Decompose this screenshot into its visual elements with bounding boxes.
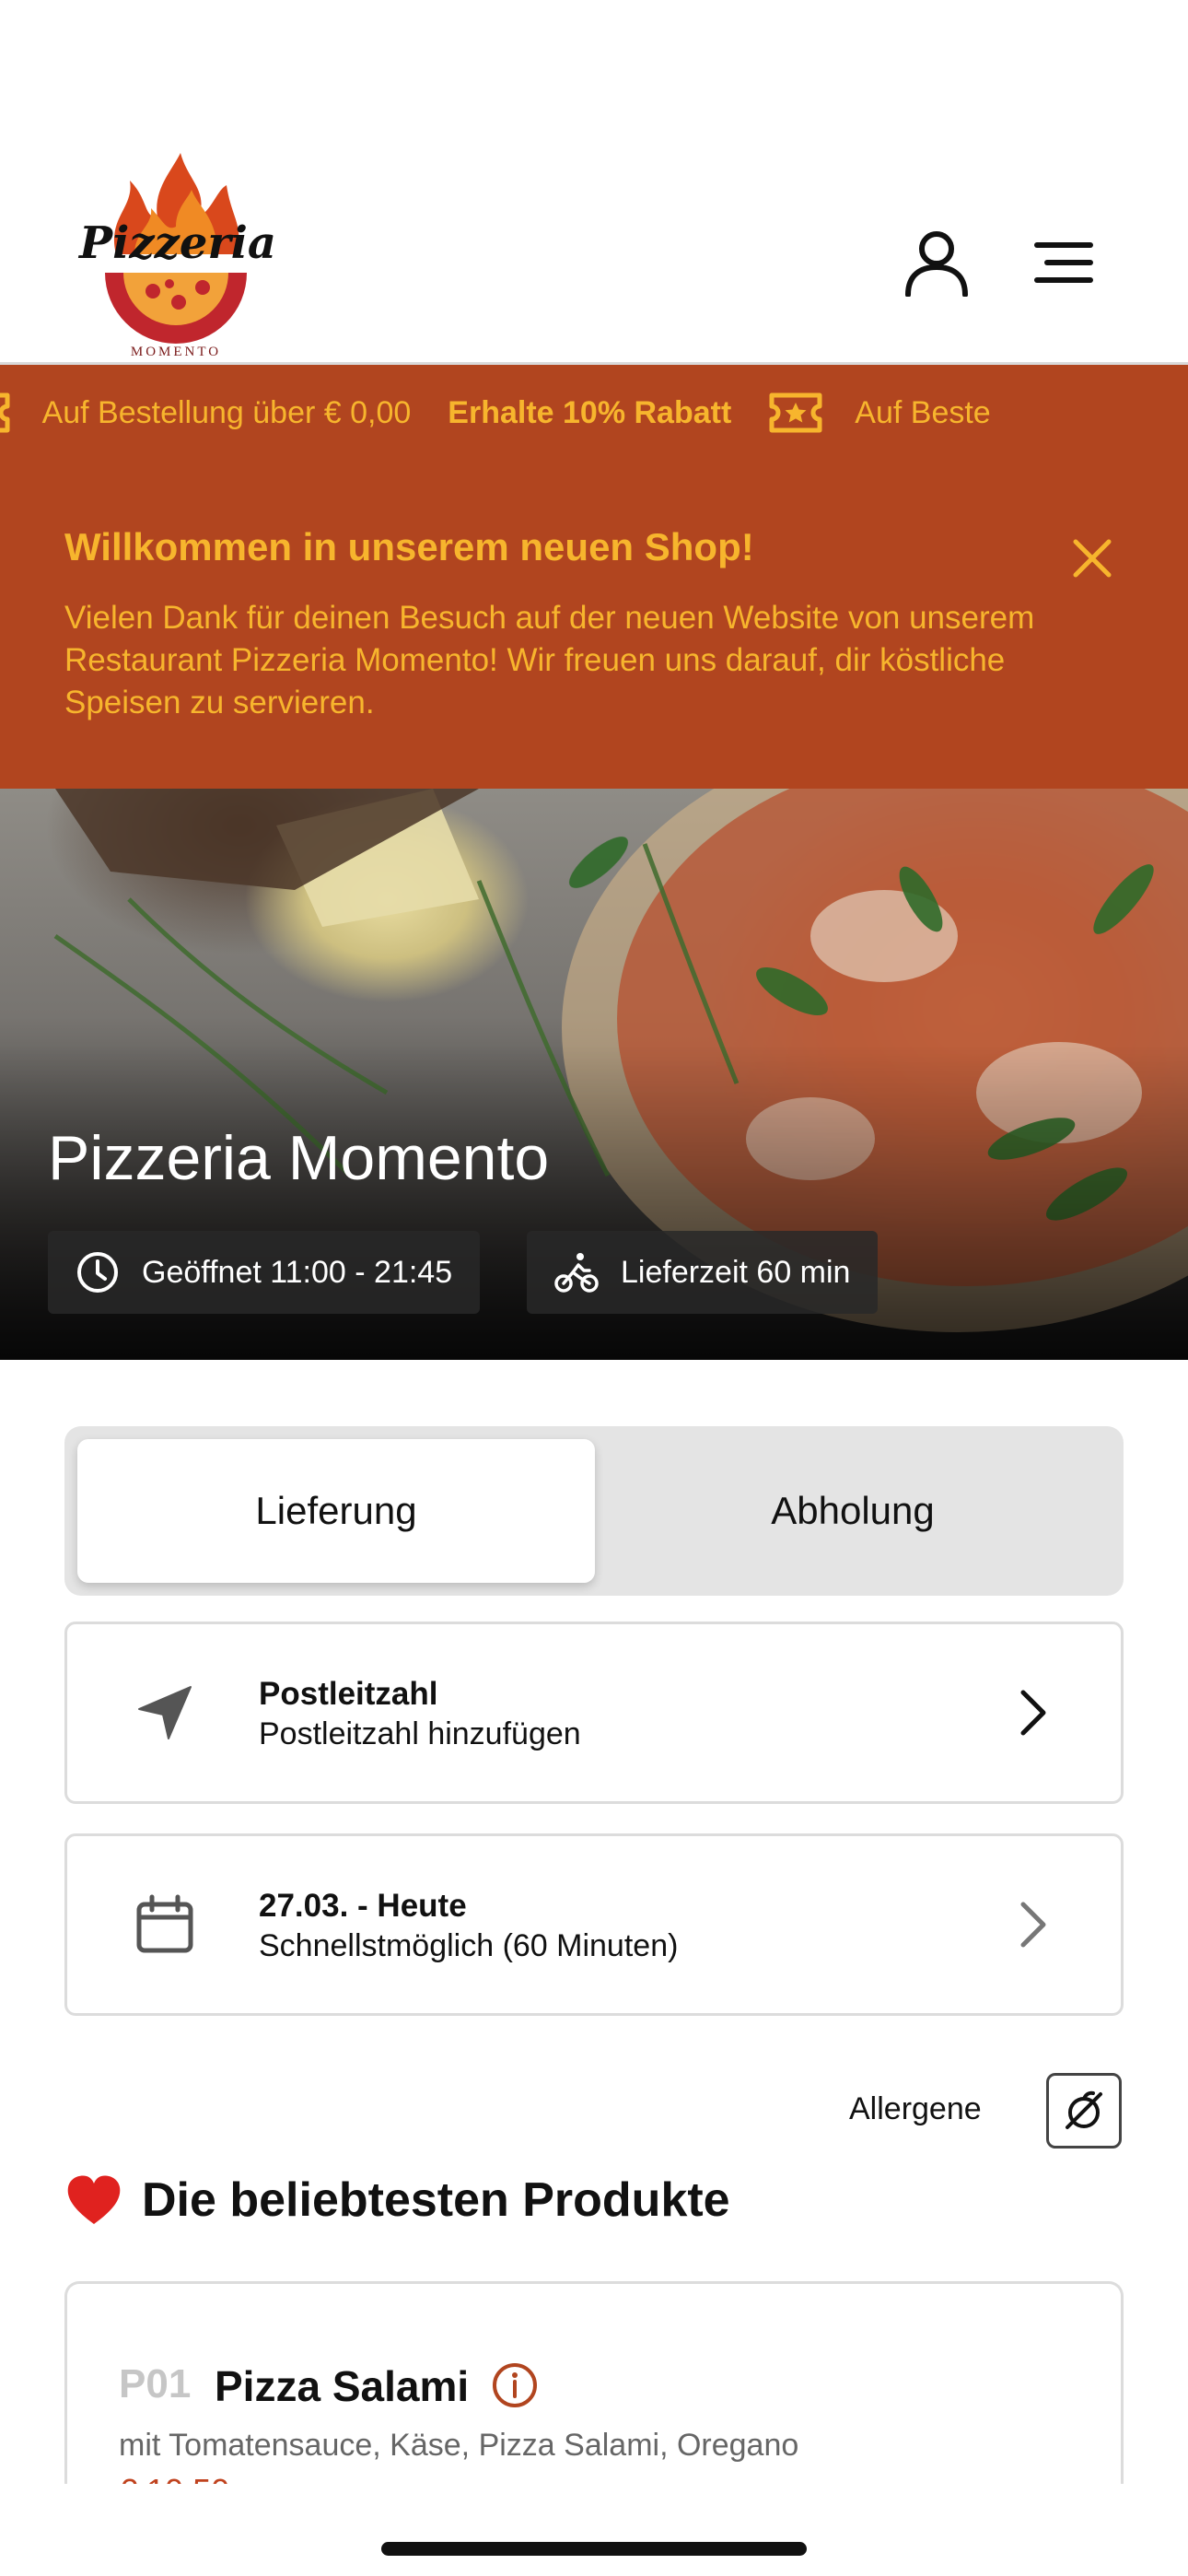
allergens-filter-button[interactable] xyxy=(1046,2073,1122,2149)
popular-products-heading: Die beliebtesten Produkte xyxy=(64,2172,730,2228)
product-name: Pizza Salami xyxy=(215,2362,470,2410)
allergen-icon xyxy=(1066,2090,1102,2129)
postcode-title: Postleitzahl xyxy=(259,1676,438,1712)
logo-subtext: MOMENTO xyxy=(130,345,222,359)
calendar-icon xyxy=(136,1894,193,1953)
tab-pickup[interactable]: Abholung xyxy=(594,1439,1112,1583)
delivery-date-title: 27.03. - Heute xyxy=(259,1888,467,1924)
home-indicator[interactable] xyxy=(381,2542,807,2556)
logo-text: Pizzeria xyxy=(79,217,277,269)
delivery-time-selector[interactable]: 27.03. - Heute Schnellstmöglich (60 Minu… xyxy=(64,1833,1124,2016)
close-icon xyxy=(1073,539,1112,578)
postcode-subtitle: Postleitzahl hinzufügen xyxy=(259,1716,581,1751)
ticker-text: Erhalte 10% Rabatt xyxy=(448,394,732,430)
cyclist-icon xyxy=(554,1253,599,1293)
delivery-date-subtitle: Schnellstmöglich (60 Minuten) xyxy=(259,1928,679,1963)
ticker-item: Auf Bestellung über € 0,00 xyxy=(0,390,411,436)
welcome-title: Willkommen in unserem neuen Shop! xyxy=(64,525,754,568)
hamburger-menu-icon xyxy=(1034,242,1093,283)
welcome-text: Vielen Dank für deinen Besuch auf der ne… xyxy=(64,600,1035,720)
promo-ticker: att Auf Bestellung über € 0,00 Erhalte 1… xyxy=(0,365,1188,461)
order-mode-toggle: Lieferung Abholung xyxy=(64,1426,1124,1596)
heart-icon xyxy=(67,2175,121,2224)
ticket-star-icon xyxy=(0,392,10,433)
user-icon xyxy=(905,231,968,297)
tab-delivery[interactable]: Lieferung xyxy=(77,1439,595,1583)
bottom-safe-area xyxy=(0,2484,1188,2576)
product-code: P01 xyxy=(119,2361,192,2406)
delivery-time-badge: Lieferzeit 60 min xyxy=(527,1231,879,1314)
menu-button[interactable] xyxy=(1022,221,1105,304)
location-arrow-icon xyxy=(138,1686,192,1739)
info-icon[interactable] xyxy=(491,2361,539,2409)
chevron-right-icon xyxy=(1020,1902,1046,1948)
close-button[interactable] xyxy=(1065,531,1120,586)
delivery-time-text: Lieferzeit 60 min xyxy=(621,1254,851,1290)
hero-image: Pizzeria Momento Geöffnet 11:00 - 21:45 … xyxy=(0,789,1188,1360)
clock-icon xyxy=(77,1252,118,1293)
restaurant-name: Pizzeria Momento xyxy=(48,1123,550,1193)
welcome-banner: Willkommen in unserem neuen Shop! Vielen… xyxy=(0,461,1188,789)
ticker-text: Auf Beste xyxy=(855,394,991,430)
popular-heading-text: Die beliebtesten Produkte xyxy=(142,2173,730,2227)
ticker-track: att Auf Bestellung über € 0,00 Erhalte 1… xyxy=(0,365,1028,461)
opening-hours-text: Geöffnet 11:00 - 21:45 xyxy=(142,1254,453,1290)
pizzeria-momento-logo[interactable]: Pizzeria MOMENTO xyxy=(79,153,277,365)
ticker-item: Erhalte 10% Rabatt xyxy=(448,395,731,431)
product-description: mit Tomatensauce, Käse, Pizza Salami, Or… xyxy=(119,2428,799,2463)
allergens-label: Allergene xyxy=(849,2091,982,2126)
ticker-item: Auf Beste xyxy=(768,390,991,436)
opening-hours-badge: Geöffnet 11:00 - 21:45 xyxy=(48,1231,481,1314)
header: Pizzeria MOMENTO xyxy=(0,0,1188,365)
ticket-star-icon xyxy=(769,392,822,433)
account-button[interactable] xyxy=(895,221,978,304)
postcode-selector[interactable]: Postleitzahl Postleitzahl hinzufügen xyxy=(64,1622,1124,1804)
ticker-text: Auf Bestellung über € 0,00 xyxy=(41,394,412,430)
chevron-right-icon xyxy=(1020,1690,1046,1736)
